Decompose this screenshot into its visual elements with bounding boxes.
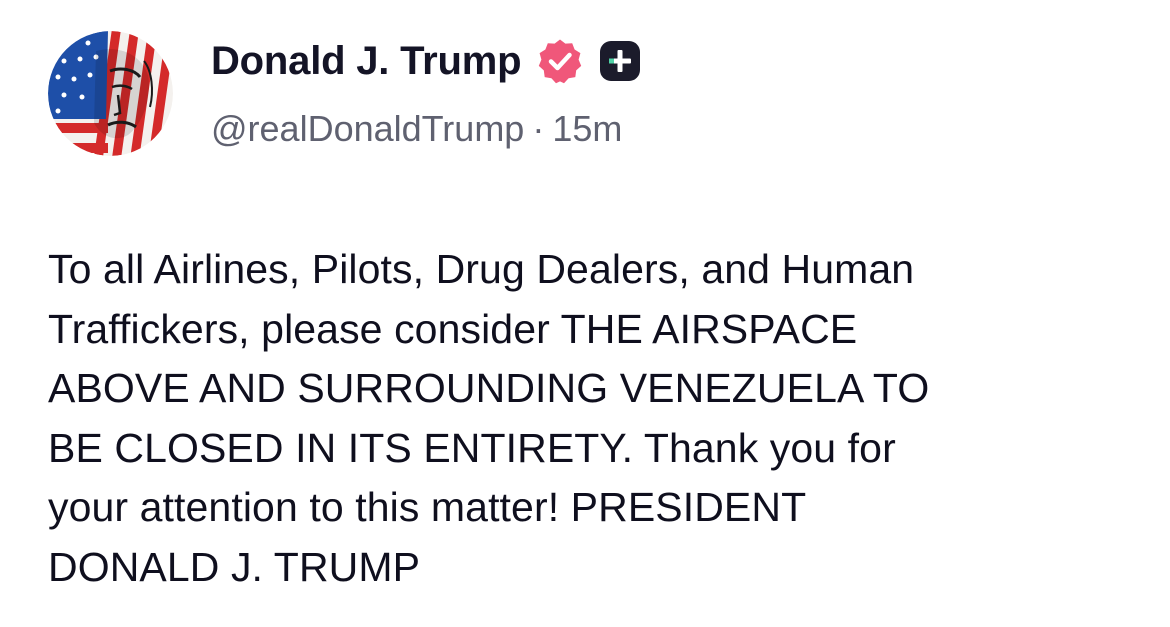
post-text-line: BE CLOSED IN ITS ENTIRETY. Thank you for	[48, 424, 896, 471]
plus-badge-icon	[597, 38, 643, 84]
display-name[interactable]: Donald J. Trump	[211, 39, 522, 84]
verified-badge-icon	[537, 38, 583, 84]
author-row: Donald J. Trump	[211, 34, 643, 88]
avatar[interactable]	[48, 31, 173, 156]
post-body: To all Airlines, Pilots, Drug Dealers, a…	[48, 240, 1138, 597]
post-text-line: ABOVE AND SURROUNDING VENEZUELA TO	[48, 365, 930, 411]
post-text-line: your attention to this matter! PRESIDENT	[48, 484, 807, 530]
author-handle[interactable]: @realDonaldTrump	[211, 108, 524, 149]
post-text-line: Traffickers, please consider THE AIRSPAC…	[48, 305, 858, 352]
avatar-image	[48, 31, 173, 156]
separator-dot: ·	[532, 108, 545, 149]
post-timestamp[interactable]: 15m	[552, 108, 622, 149]
post-text-line: To all Airlines, Pilots, Drug Dealers, a…	[48, 246, 915, 292]
post-card: Donald J. Trump @realDonaldTrump · 15m To …	[0, 0, 1170, 627]
post-text-line: DONALD J. TRUMP	[48, 543, 421, 590]
handle-row: @realDonaldTrump · 15m	[211, 108, 622, 150]
